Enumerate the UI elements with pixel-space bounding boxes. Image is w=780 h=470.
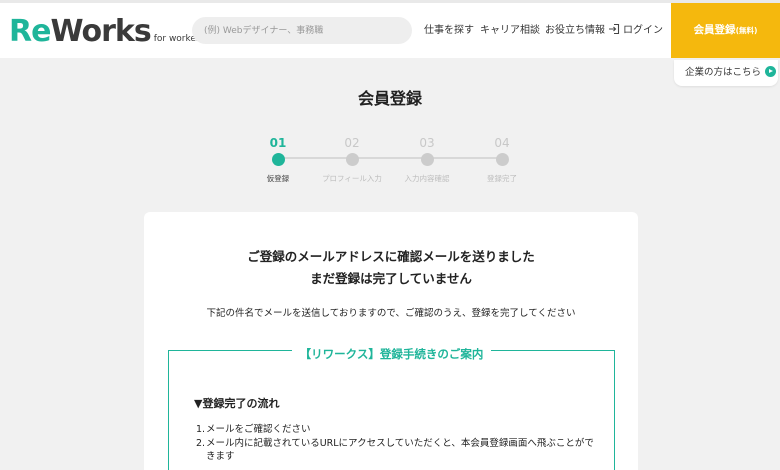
nav-find-jobs[interactable]: 仕事を探す — [424, 17, 474, 44]
list-item: 2. メール内に記載されているURLにアクセスしていただくと、本会員登録画面へ飛ぶ… — [196, 437, 594, 463]
step-label: 登録完了 — [487, 174, 517, 183]
step-1: 01 仮登録 — [238, 135, 318, 184]
step-2: 02 プロフィール入力 — [312, 135, 392, 184]
confirmation-message-line1: ご登録のメールアドレスに確認メールを送りました — [247, 249, 535, 264]
step-number: 03 — [419, 136, 435, 150]
flow-heading: ▼登録完了の流れ — [194, 397, 280, 410]
step-number: 01 — [269, 136, 287, 150]
step-3: 03 入力内容確認 — [387, 135, 467, 184]
step-dot — [495, 153, 509, 166]
arrow-right-circle-icon — [765, 66, 777, 77]
step-number: 02 — [344, 136, 360, 150]
step-number: 04 — [494, 136, 510, 150]
page-title: 会員登録 — [357, 89, 422, 108]
member-register-button[interactable]: 会員登録(無料) — [671, 3, 780, 58]
login-icon — [609, 23, 620, 35]
confirmation-message-line2: まだ登録は完了していません — [310, 271, 472, 286]
confirmation-card: ご登録のメールアドレスに確認メールを送りました まだ登録は完了していません 下記… — [144, 212, 638, 470]
nav-login[interactable]: ログイン — [608, 17, 663, 44]
company-link-label: 企業の方はこちら — [685, 67, 762, 78]
email-guide-box: 【リワークス】登録手続きのご案内 ▼登録完了の流れ 1. メールをご確認ください … — [168, 347, 615, 470]
step-label: 仮登録 — [266, 174, 290, 183]
step-dot — [345, 153, 359, 166]
company-link[interactable]: 企業の方はこちら — [674, 60, 778, 86]
site-header: ReWorksfor worker 仕事を探す キャリア相談 お役立ち情報 ログ… — [0, 0, 780, 58]
step-dot — [420, 153, 434, 166]
step-4: 04 登録完了 — [462, 135, 542, 184]
nav-useful-info[interactable]: お役立ち情報 — [545, 17, 605, 44]
instruction-text: 下記の件名でメールを送信しておりますので、ご確認のうえ、登録を完了してください — [206, 308, 576, 319]
guide-title: 【リワークス】登録手続きのご案内 — [169, 343, 614, 362]
reworks-logo[interactable]: ReWorks for worker — [9, 15, 200, 56]
job-search-input[interactable] — [192, 17, 412, 44]
step-label: プロフィール入力 — [322, 174, 382, 183]
flow-list: 1. メールをご確認ください 2. メール内に記載されているURLにアクセスしていた… — [196, 423, 596, 464]
login-label: ログイン — [623, 25, 663, 36]
step-dot — [271, 153, 285, 166]
list-item: 1. メールをご確認ください — [196, 424, 311, 435]
nav-career-consultation[interactable]: キャリア相談 — [480, 17, 540, 44]
step-label: 入力内容確認 — [404, 174, 450, 183]
